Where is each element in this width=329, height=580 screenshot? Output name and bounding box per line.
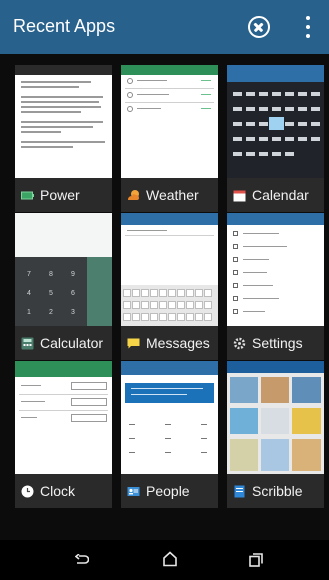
app-label-bar: Clock — [15, 474, 112, 508]
app-card-calendar[interactable]: Calendar — [227, 65, 324, 212]
calc-key: 4 — [27, 290, 31, 297]
app-label-bar: Weather — [121, 178, 218, 212]
app-label-bar: Messages — [121, 326, 218, 360]
app-label-bar: Calculator — [15, 326, 112, 360]
back-icon[interactable] — [74, 553, 90, 565]
app-thumbnail-scribble — [227, 361, 324, 474]
weather-icon — [127, 189, 140, 202]
app-card-clock[interactable]: Clock — [15, 361, 112, 508]
app-name: Scribble — [252, 483, 303, 499]
overflow-menu-icon[interactable] — [304, 16, 312, 40]
calc-key: 7 — [27, 271, 31, 278]
calc-key: 6 — [71, 290, 75, 297]
home-icon[interactable] — [163, 551, 177, 567]
calc-key: 1 — [27, 309, 31, 316]
battery-icon — [21, 189, 34, 202]
scribble-icon — [233, 485, 246, 498]
app-name: People — [146, 483, 190, 499]
app-card-scribble[interactable]: Scribble — [227, 361, 324, 508]
app-name: Power — [40, 187, 80, 203]
app-label-bar: Settings — [227, 326, 324, 360]
calc-key: 2 — [49, 309, 53, 316]
app-thumbnail-power — [15, 65, 112, 178]
clock-icon — [21, 485, 34, 498]
app-label-bar: Power — [15, 178, 112, 212]
app-card-settings[interactable]: Settings — [227, 213, 324, 360]
recent-apps-icon[interactable] — [249, 553, 263, 567]
calc-key: 9 — [71, 271, 75, 278]
close-all-icon[interactable] — [248, 16, 270, 38]
app-thumbnail-calculator: 7 8 9 4 5 6 1 2 3 — [15, 213, 112, 326]
app-thumbnail-settings — [227, 213, 324, 326]
app-name: Calendar — [252, 187, 309, 203]
app-thumbnail-clock — [15, 361, 112, 474]
calc-key: 8 — [49, 271, 53, 278]
app-card-power[interactable]: Power — [15, 65, 112, 212]
app-name: Clock — [40, 483, 76, 499]
navigation-bar — [0, 540, 329, 580]
calculator-icon — [21, 337, 34, 350]
app-label-bar: Scribble — [227, 474, 324, 508]
app-name: Weather — [146, 187, 199, 203]
app-name: Messages — [146, 335, 210, 351]
app-name: Settings — [252, 335, 303, 351]
app-header: Recent Apps — [0, 0, 329, 54]
app-label-bar: Calendar — [227, 178, 324, 212]
calc-key: 3 — [71, 309, 75, 316]
calc-key: 5 — [49, 290, 53, 297]
app-card-calculator[interactable]: 7 8 9 4 5 6 1 2 3 Calculator — [15, 213, 112, 360]
app-thumbnail-weather — [121, 65, 218, 178]
gear-icon — [233, 337, 246, 350]
app-thumbnail-calendar — [227, 65, 324, 178]
app-name: Calculator — [40, 335, 104, 351]
app-label-bar: People — [121, 474, 218, 508]
recent-apps-grid: Power Weather Calendar 7 8 9 4 5 6 1 2 3… — [0, 54, 329, 540]
app-thumbnail-people — [121, 361, 218, 474]
contacts-icon — [127, 485, 140, 498]
app-card-weather[interactable]: Weather — [121, 65, 218, 212]
message-icon — [127, 337, 140, 350]
app-card-messages[interactable]: Messages — [121, 213, 218, 360]
page-title: Recent Apps — [13, 16, 116, 36]
app-card-people[interactable]: People — [121, 361, 218, 508]
app-thumbnail-messages — [121, 213, 218, 326]
calendar-icon — [233, 189, 246, 202]
